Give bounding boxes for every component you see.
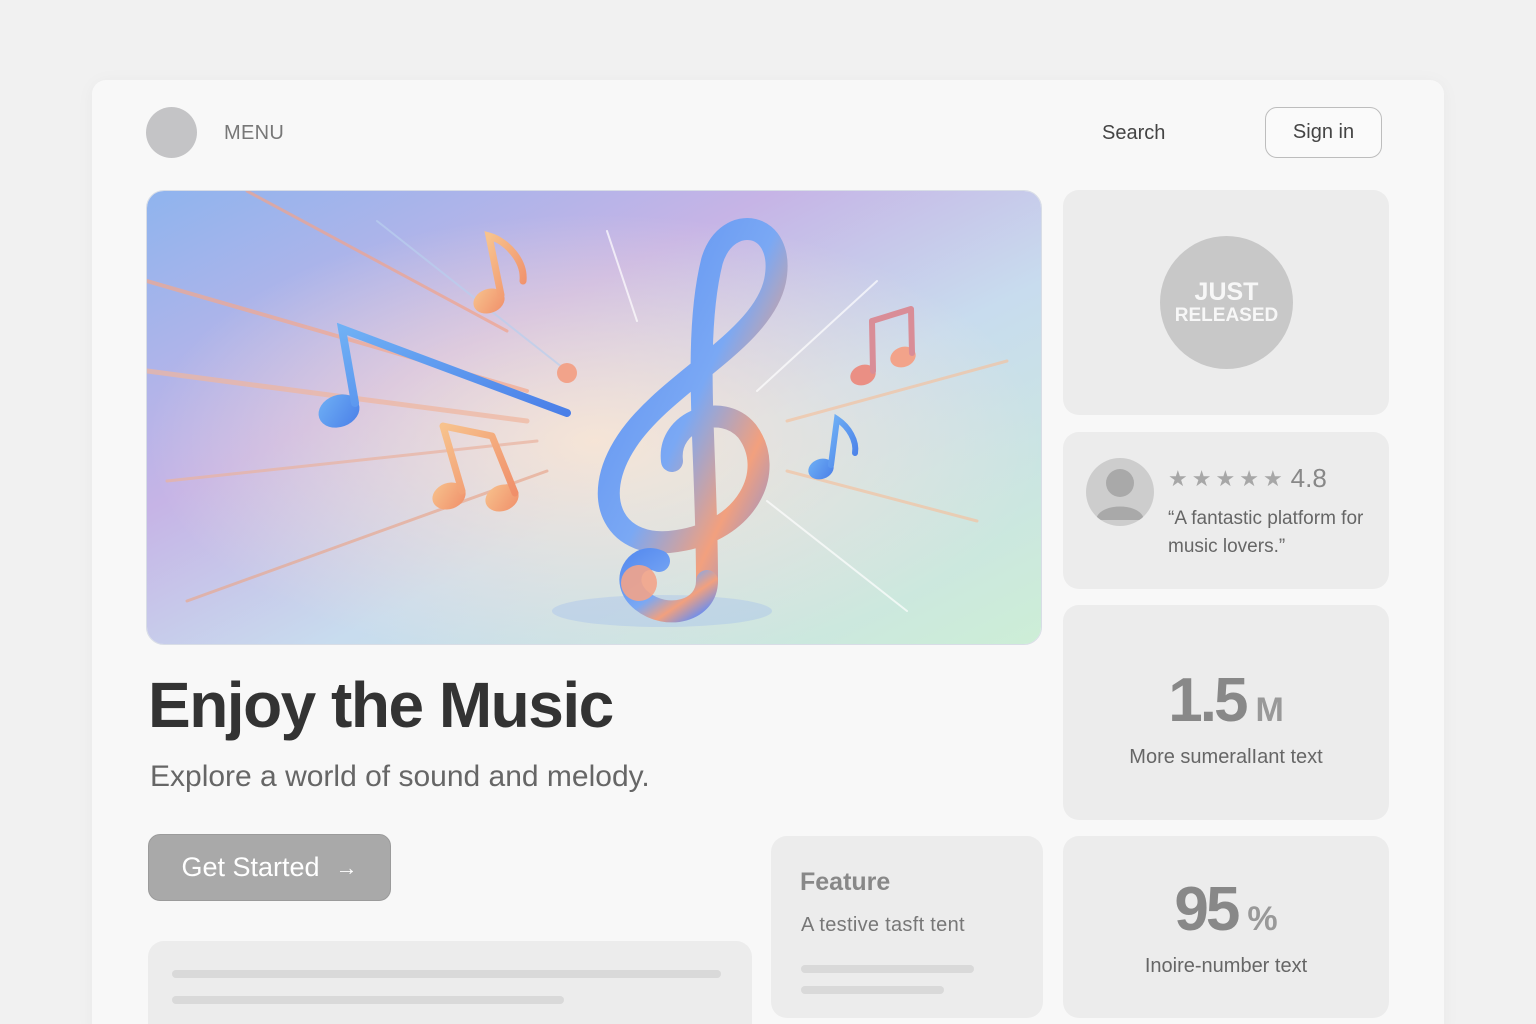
arrow-right-icon: →: [335, 854, 358, 880]
just-released-card[interactable]: JUST RELEASED: [1063, 190, 1389, 415]
feature-title: Feature: [800, 868, 891, 896]
stat-unit: M: [1255, 691, 1284, 729]
logo-avatar[interactable]: [146, 107, 197, 158]
star-icon: ★: [1262, 465, 1283, 491]
rating-stars: ★ ★ ★ ★ ★ 4.8: [1168, 463, 1327, 494]
search-link[interactable]: Search: [1102, 122, 1165, 145]
get-started-button[interactable]: Get Started →: [148, 834, 391, 901]
stat-unit: %: [1247, 900, 1278, 938]
rating-value: 4.8: [1290, 463, 1327, 493]
placeholder-line: [801, 965, 974, 973]
star-icon: ★: [1168, 465, 1188, 491]
sign-in-button[interactable]: Sign in: [1265, 107, 1382, 158]
music-notes-illustration: [147, 191, 1041, 644]
badge-line-1: JUST: [1194, 278, 1259, 307]
stat-label: Inoire-number text: [1144, 955, 1308, 977]
feature-text: A testive tasft tent: [801, 914, 965, 936]
placeholder-line: [172, 970, 721, 978]
hero-subtitle: Explore a world of sound and melody.: [150, 760, 650, 793]
menu-button[interactable]: MENU: [224, 122, 284, 145]
user-avatar-icon: [1086, 458, 1154, 526]
review-quote: “A fantastic platform for music lovers.”: [1168, 508, 1364, 557]
hero-image: [146, 190, 1042, 645]
stat-value: 95 %: [1174, 874, 1277, 945]
stat-number: 95: [1174, 875, 1240, 944]
star-icon: ★: [1191, 465, 1212, 491]
placeholder-line: [172, 996, 564, 1004]
stat-number: 1.5: [1168, 666, 1248, 735]
content-placeholder-card: [148, 941, 752, 1024]
stat-card-users: 1.5 M More sumeralIant text: [1063, 605, 1389, 820]
hero-title: Enjoy the Music: [148, 669, 614, 741]
star-icon: ★: [1239, 465, 1259, 491]
feature-card[interactable]: Feature A testive tasft tent: [771, 836, 1043, 1018]
stat-card-percent: 95 % Inoire-number text: [1063, 836, 1389, 1018]
stat-value: 1.5 M: [1168, 665, 1284, 736]
stat-label: More sumeralIant text: [1129, 746, 1323, 768]
badge-line-2: RELEASED: [1174, 304, 1279, 326]
star-icon: ★: [1215, 465, 1236, 491]
get-started-label: Get Started: [181, 852, 320, 882]
placeholder-line: [801, 986, 944, 994]
review-card: ★ ★ ★ ★ ★ 4.8 “A fantastic platform for …: [1063, 432, 1389, 589]
just-released-badge: JUST RELEASED: [1160, 236, 1293, 369]
